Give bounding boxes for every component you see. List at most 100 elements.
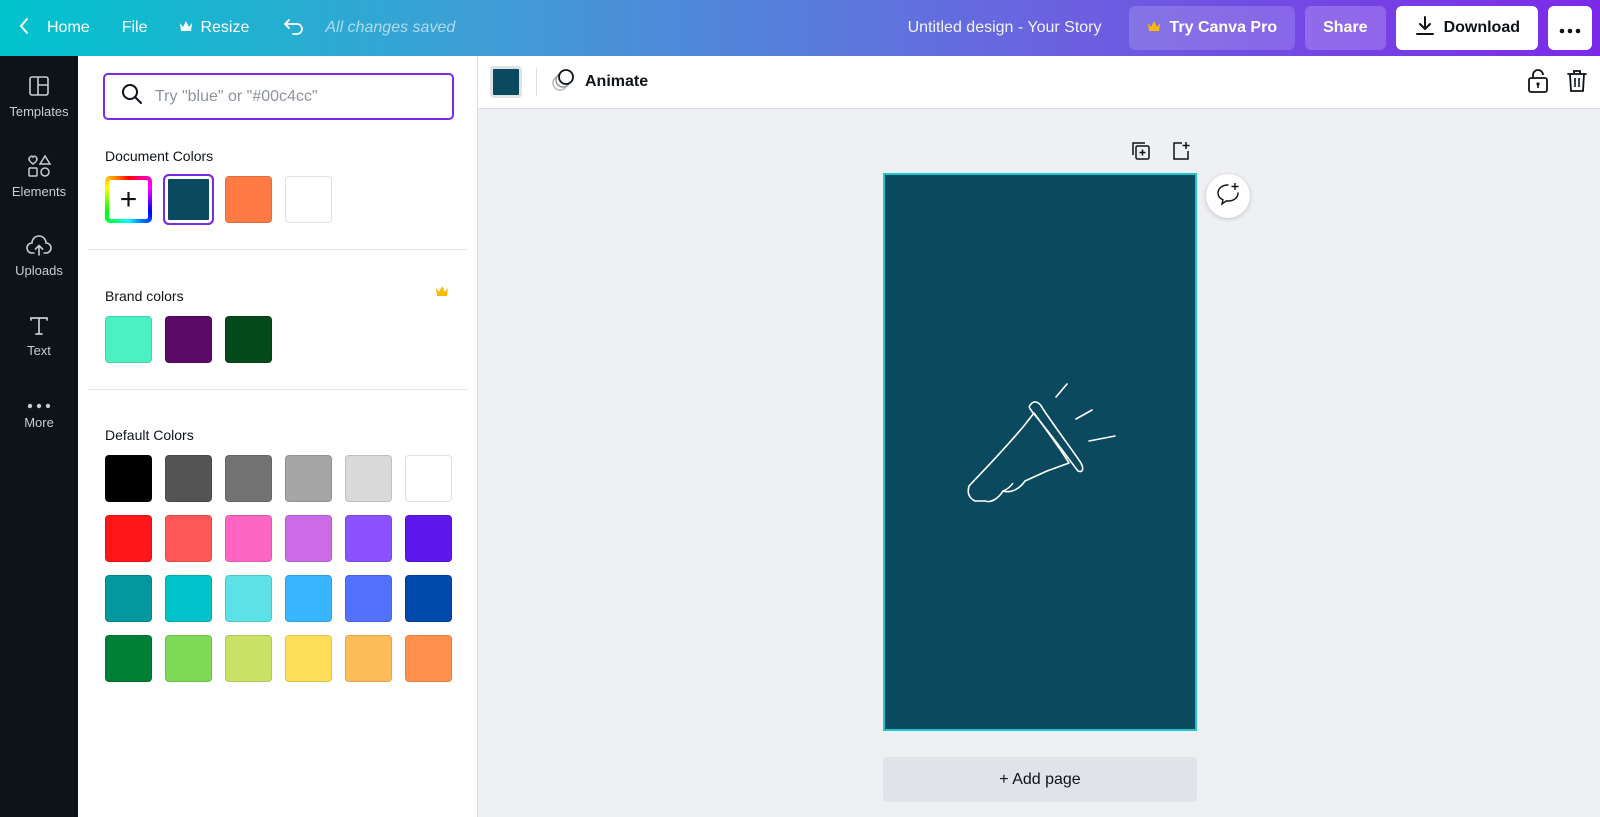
sidebar-item-label: Uploads [15,262,63,278]
home-label: Home [47,19,90,36]
elements-icon [26,154,52,178]
document-color-swatch[interactable] [163,174,214,225]
undo-button[interactable] [271,0,317,56]
home-button[interactable]: Home [0,0,102,56]
side-nav: Templates Elements Uploads Text More [0,56,78,817]
save-status: All changes saved [325,19,456,36]
default-color-swatch[interactable] [225,575,272,622]
divider [536,68,537,96]
default-color-swatch[interactable] [105,575,152,622]
default-color-swatch[interactable] [345,575,392,622]
default-color-swatch[interactable] [225,515,272,562]
default-color-swatch[interactable] [285,515,332,562]
brand-colors-title: Brand colors [105,288,184,304]
animate-icon [551,68,575,97]
download-icon [1414,15,1436,42]
document-swatches [163,174,332,225]
sidebar-item-more[interactable]: More [0,376,78,456]
crown-icon [1147,19,1161,37]
default-color-swatch[interactable] [405,635,452,682]
background-color-button[interactable] [490,66,522,98]
sidebar-item-uploads[interactable]: Uploads [0,216,78,296]
share-button[interactable]: Share [1305,6,1386,50]
try-canva-pro-label: Try Canva Pro [1169,19,1278,36]
undo-icon [283,17,305,40]
brand-color-swatch[interactable] [105,316,152,363]
divider [88,389,468,390]
color-panel: Document Colors + Brand colors Default C… [78,56,478,817]
file-menu[interactable]: File [110,0,160,56]
sidebar-item-elements[interactable]: Elements [0,136,78,216]
default-color-swatch[interactable] [345,635,392,682]
chevron-left-icon [18,17,30,40]
design-canvas[interactable] [883,173,1197,731]
add-page-button[interactable]: + Add page [883,757,1197,802]
toolbar-right [1526,68,1588,99]
default-color-swatch[interactable] [105,515,152,562]
default-colors-row [105,455,452,502]
default-color-swatch[interactable] [345,515,392,562]
default-color-swatch[interactable] [345,455,392,502]
default-color-swatch[interactable] [105,455,152,502]
default-colors-row [105,635,452,682]
divider [88,249,468,250]
crown-icon [179,19,193,37]
default-color-swatch[interactable] [405,575,452,622]
text-icon [28,315,50,337]
default-color-swatch[interactable] [105,635,152,682]
default-color-swatch[interactable] [165,575,212,622]
default-color-swatch[interactable] [405,515,452,562]
plus-icon: + [109,180,148,219]
duplicate-page-icon[interactable] [1130,140,1152,167]
document-colors-row: + [105,174,332,225]
animate-label: Animate [585,73,649,90]
default-colors-row [105,515,452,562]
default-color-swatch[interactable] [165,515,212,562]
download-button[interactable]: Download [1395,6,1538,50]
sidebar-item-label: Text [27,342,51,358]
add-page-icon[interactable] [1170,140,1192,167]
default-color-swatch[interactable] [165,635,212,682]
lock-icon[interactable] [1526,68,1550,99]
resize-label: Resize [200,19,250,36]
document-color-swatch[interactable] [225,176,272,223]
document-color-swatch[interactable] [285,176,332,223]
brand-color-swatch[interactable] [225,316,272,363]
ellipsis-icon [1559,17,1581,40]
sidebar-item-text[interactable]: Text [0,296,78,376]
sidebar-item-templates[interactable]: Templates [0,56,78,136]
crown-icon [435,284,449,302]
default-color-swatch[interactable] [165,455,212,502]
color-search[interactable] [103,73,454,120]
default-color-swatch[interactable] [405,455,452,502]
page-actions [1130,140,1192,167]
top-bar: Home File Resize All changes saved Untit… [0,0,1600,56]
animate-button[interactable]: Animate [551,68,648,97]
download-label: Download [1443,19,1520,36]
resize-button[interactable]: Resize [167,0,261,56]
default-color-swatch[interactable] [225,455,272,502]
comment-button[interactable] [1206,174,1250,218]
uploads-icon [26,234,52,257]
add-color-button[interactable]: + [105,176,152,223]
default-colors-row [105,575,452,622]
more-options-button[interactable] [1548,6,1592,50]
more-icon [27,403,51,409]
default-color-swatch[interactable] [285,635,332,682]
search-icon [121,83,143,110]
document-colors-title: Document Colors [105,148,214,164]
color-search-input[interactable] [155,87,435,106]
editor-toolbar: Animate [478,56,1600,109]
default-color-swatch[interactable] [225,635,272,682]
brand-color-swatch[interactable] [165,316,212,363]
design-title[interactable]: Untitled design - Your Story [908,19,1102,37]
megaphone-icon[interactable] [963,383,1123,518]
templates-icon [27,74,51,98]
default-color-swatch[interactable] [285,575,332,622]
sidebar-item-label: Elements [11,183,67,199]
default-color-swatch[interactable] [285,455,332,502]
trash-icon[interactable] [1566,68,1588,99]
sidebar-item-label: More [24,414,54,430]
try-canva-pro-button[interactable]: Try Canva Pro [1129,6,1296,50]
comment-add-icon [1215,182,1241,211]
